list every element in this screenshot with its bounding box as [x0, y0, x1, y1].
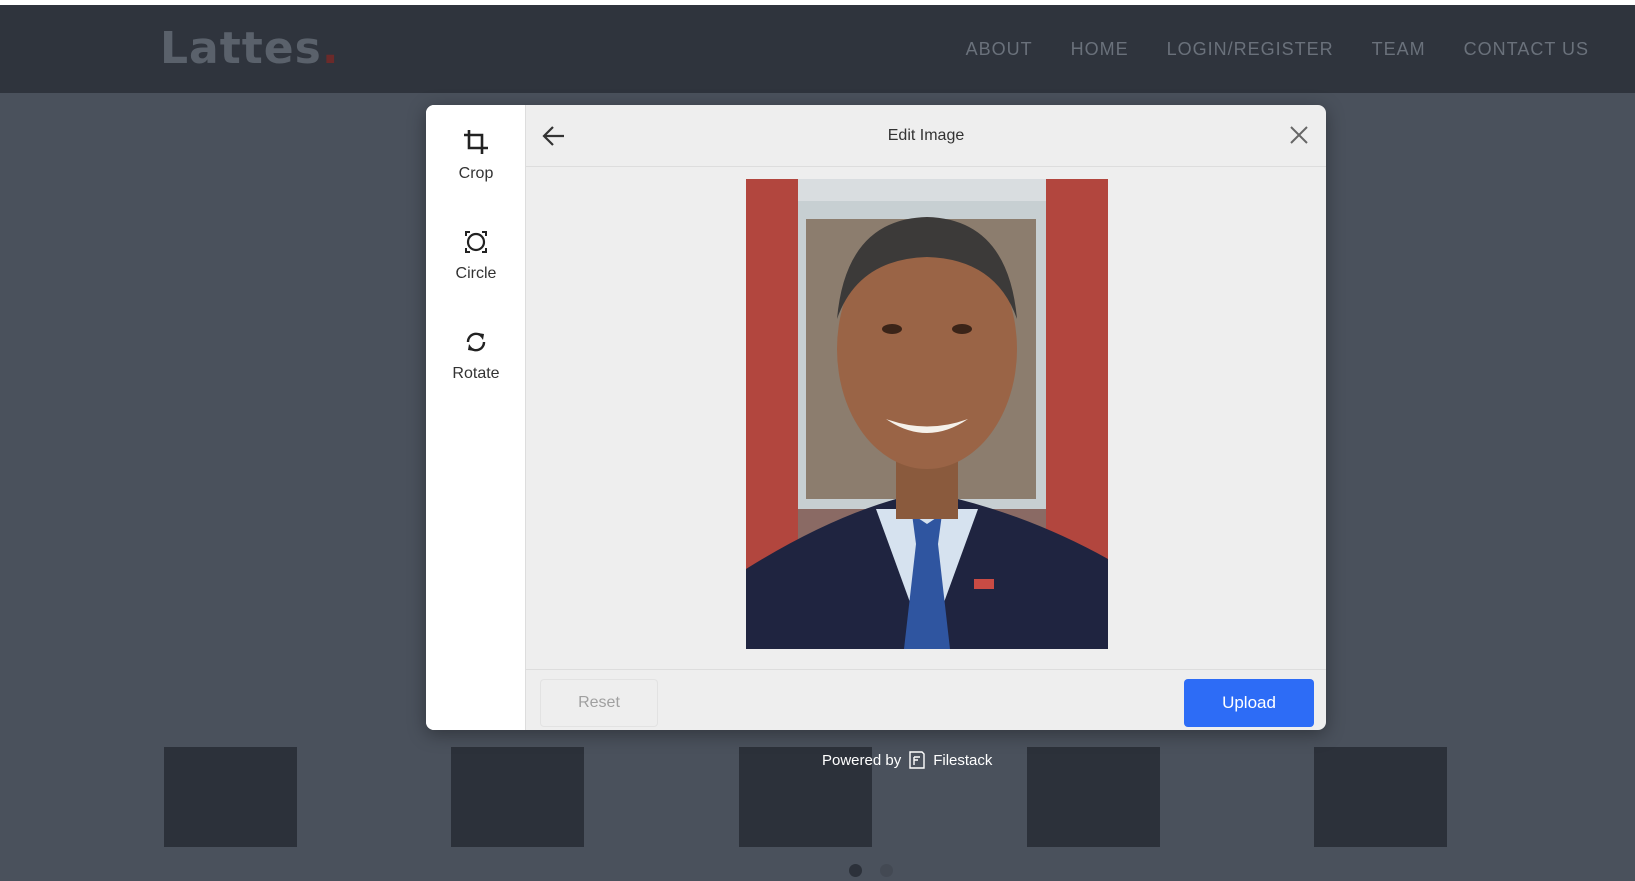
portrait-photo[interactable] — [746, 179, 1108, 649]
crop-icon — [464, 130, 488, 154]
editor-title: Edit Image — [887, 127, 965, 144]
editor-tool-sidebar: Crop Circle Rotate — [426, 105, 526, 730]
tool-crop-label: Crop — [458, 165, 494, 182]
circle-icon — [465, 231, 487, 253]
portrait-illustration — [746, 179, 1108, 649]
tool-circle-label: Circle — [455, 265, 497, 282]
nav-login-register[interactable]: LOGIN/REGISTER — [1167, 39, 1334, 60]
image-editor-modal: Crop Circle Rotate Edit Image Reset Uplo… — [426, 105, 1326, 730]
tool-rotate[interactable]: Rotate — [426, 327, 526, 407]
site-logo[interactable]: Lattes. — [160, 23, 340, 74]
logo-text: Lattes — [160, 23, 322, 74]
nav-about[interactable]: ABOUT — [966, 39, 1033, 60]
tool-rotate-label: Rotate — [452, 365, 500, 382]
upload-button[interactable]: Upload — [1184, 679, 1314, 727]
rotate-icon — [466, 332, 486, 352]
tool-circle[interactable]: Circle — [426, 227, 526, 307]
site-navbar: Lattes. ABOUT HOME LOGIN/REGISTER TEAM C… — [0, 5, 1635, 93]
background-thumbnail — [1314, 747, 1447, 847]
close-icon[interactable] — [1286, 122, 1312, 148]
image-canvas — [526, 167, 1326, 669]
background-thumbnail — [164, 747, 297, 847]
carousel-dots — [849, 864, 893, 877]
nav-links: ABOUT HOME LOGIN/REGISTER TEAM CONTACT U… — [966, 39, 1589, 60]
nav-contact-us[interactable]: CONTACT US — [1464, 39, 1589, 60]
reset-button[interactable]: Reset — [540, 679, 658, 727]
background-thumbnail — [451, 747, 584, 847]
carousel-dot-active[interactable] — [849, 864, 862, 877]
editor-footer: Reset Upload — [526, 669, 1326, 730]
nav-home[interactable]: HOME — [1071, 39, 1129, 60]
filestack-logo-icon — [909, 751, 925, 769]
editor-header: Edit Image — [526, 105, 1326, 167]
background-thumbnail — [1027, 747, 1160, 847]
arrow-left-icon[interactable] — [540, 122, 568, 150]
powered-by-filestack[interactable]: Powered by Filestack — [822, 750, 992, 770]
carousel-dot[interactable] — [880, 864, 893, 877]
filestack-brand: Filestack — [933, 751, 993, 769]
logo-dot: . — [321, 23, 340, 74]
tool-crop[interactable]: Crop — [426, 127, 526, 207]
powered-by-text: Powered by — [822, 751, 902, 769]
nav-team[interactable]: TEAM — [1372, 39, 1426, 60]
